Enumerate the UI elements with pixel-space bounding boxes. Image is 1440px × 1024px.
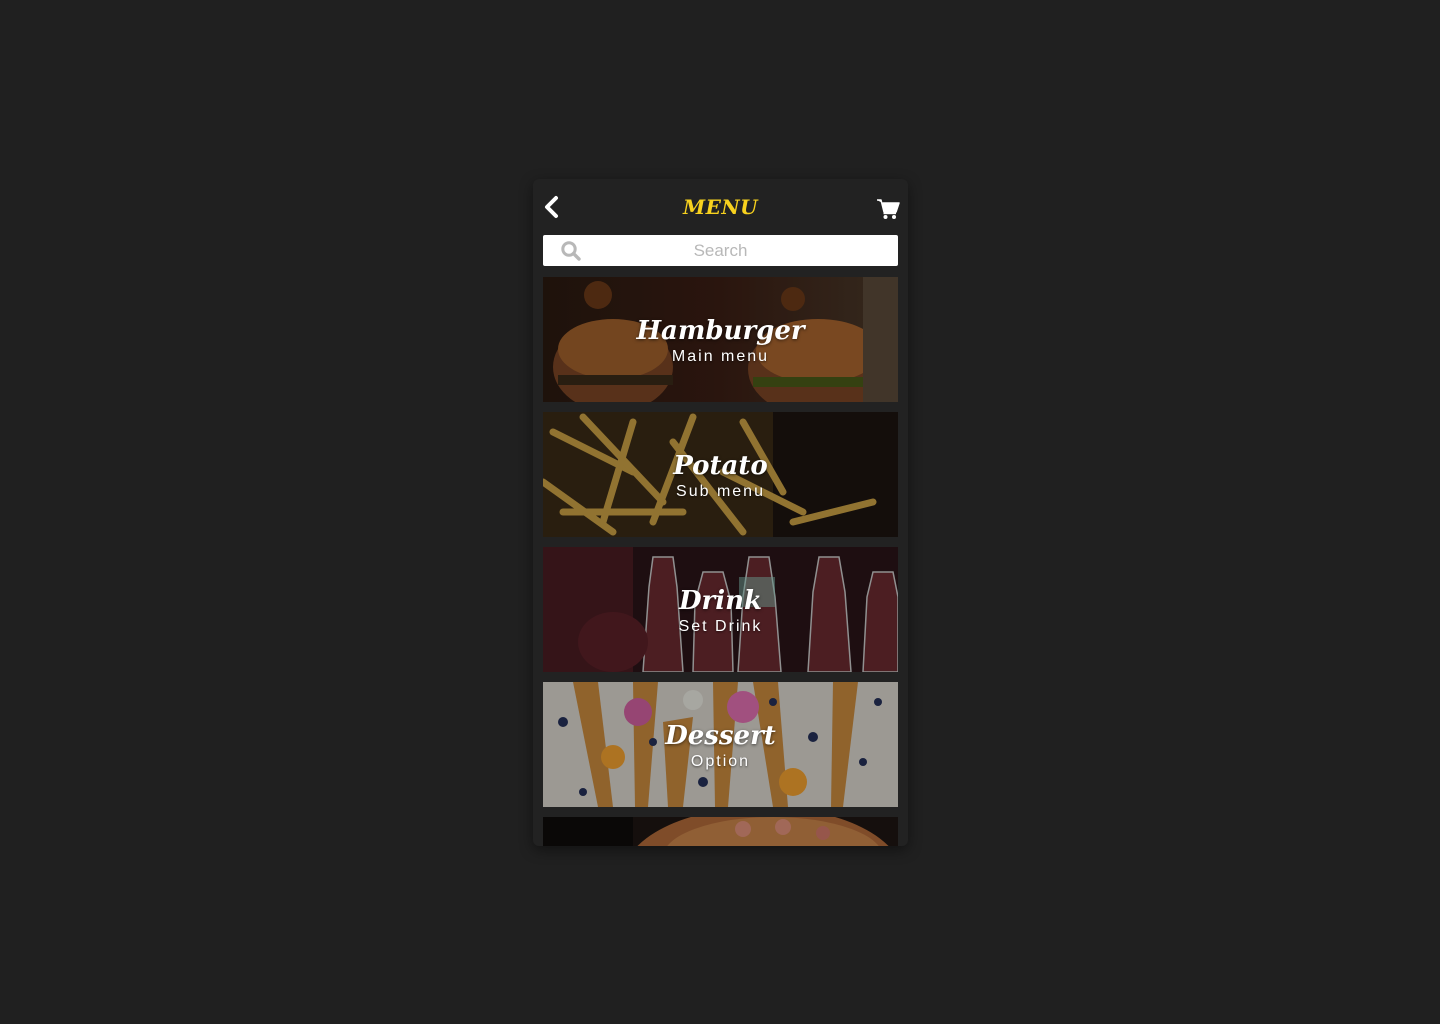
category-name: Hamburger: [636, 316, 805, 346]
back-button[interactable]: [541, 195, 563, 219]
chevron-left-icon: [545, 196, 558, 218]
search-input[interactable]: [543, 235, 898, 266]
category-card-dessert[interactable]: Dessert Option: [543, 682, 898, 807]
cart-icon: [877, 199, 900, 219]
category-subtitle: Main menu: [671, 348, 770, 365]
top-bar: MENU: [533, 179, 908, 235]
category-name: Drink: [678, 586, 763, 616]
search-bar: [543, 235, 898, 266]
category-card-partial[interactable]: [543, 817, 898, 846]
category-card-hamburger[interactable]: Hamburger Main menu: [543, 277, 898, 402]
page-title: MENU: [682, 195, 759, 219]
category-name: Potato: [673, 451, 768, 481]
category-subtitle: Option: [690, 753, 751, 770]
category-name: Dessert: [665, 721, 776, 751]
category-card-potato[interactable]: Potato Sub menu: [543, 412, 898, 537]
category-card-drink[interactable]: Drink Set Drink: [543, 547, 898, 672]
search-icon: [561, 241, 581, 261]
card-overlay: [543, 817, 898, 846]
category-list: Hamburger Main menu Potato Sub menu Drin…: [543, 277, 898, 846]
category-subtitle: Sub menu: [676, 483, 765, 500]
phone-screen: MENU Search Hamburger Main menu Potato S…: [533, 179, 908, 846]
category-subtitle: Set Drink: [678, 618, 763, 635]
cart-button[interactable]: [876, 198, 900, 220]
